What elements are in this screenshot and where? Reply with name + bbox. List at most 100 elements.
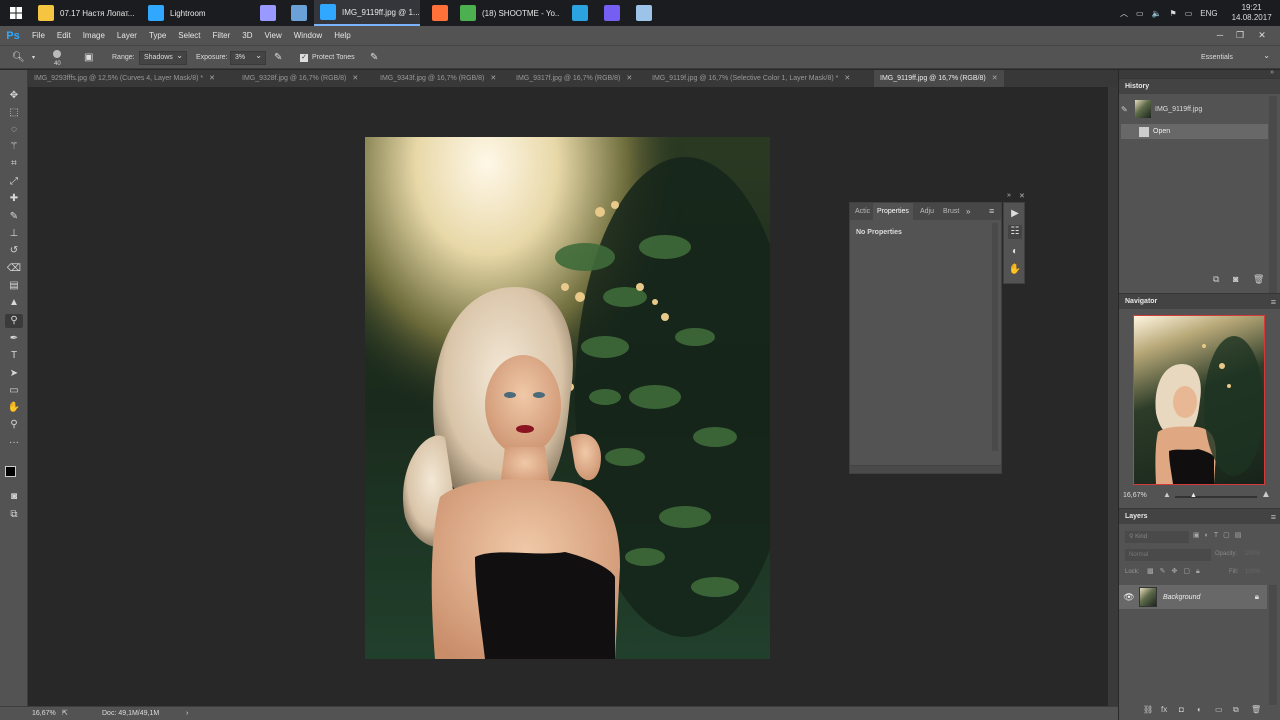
protect-tones-checkbox[interactable]: ✓ [300,54,308,62]
document-tab[interactable]: IMG_9119ff.jpg @ 16,7% (RGB/8) ✕ [874,70,1004,87]
history-panel-header[interactable]: History [1119,78,1280,94]
move-tool-icon[interactable]: ✥ [5,89,23,103]
keyboard-layout[interactable]: ENG [1200,9,1217,18]
close-tab-icon[interactable]: ✕ [992,75,998,82]
hand-tool-icon[interactable]: ✋ [5,401,23,415]
quick-mask-icon[interactable]: ◙ [5,490,23,504]
taskbar-item-firefox[interactable] [426,0,448,26]
panel-menu-icon[interactable]: ≡ [989,206,994,216]
close-panel-icon[interactable]: ✕ [1019,192,1025,200]
close-window-button[interactable]: ✕ [1252,26,1272,45]
eye-icon[interactable]: 👁︎ [1119,592,1139,603]
pen-tool-icon[interactable]: ✒ [5,332,23,346]
foreground-color-icon[interactable] [5,466,16,477]
speaker-icon[interactable]: 🔈 [1152,9,1162,18]
protect-tones-option[interactable]: ✓ Protect Tones [300,51,355,65]
close-tab-icon[interactable]: ✕ [844,75,850,82]
exposure-field[interactable]: 3% [230,50,266,65]
crop-tool-icon[interactable]: ⌗ [5,157,23,171]
gradient-tool-icon[interactable]: ▤ [5,279,23,293]
export-icon[interactable]: ⇱ [62,707,68,720]
layer-name[interactable]: Background [1163,594,1255,601]
brush-settings-icon[interactable]: ✋ [1008,263,1022,277]
menu-image[interactable]: Image [77,26,111,45]
close-tab-icon[interactable]: ✕ [490,75,496,82]
blend-mode-select[interactable]: Normal [1125,549,1211,561]
panel-menu-icon[interactable]: ≡ [1271,294,1276,310]
navigator-preview[interactable] [1133,315,1265,485]
adjustments-icon[interactable]: ◐ [1008,245,1022,259]
range-select[interactable]: Shadows [139,50,187,65]
lasso-tool-icon[interactable]: ◌ [5,123,23,137]
zoom-out-icon[interactable]: ▲ [1163,490,1171,499]
properties-tab-adju[interactable]: Adju [920,203,934,220]
history-brush-source-icon[interactable]: ✎ [1121,105,1131,114]
taskbar-item-notepad[interactable] [630,0,652,26]
play-action-icon[interactable]: ▶ [1008,207,1022,221]
properties-scrollbar[interactable] [992,223,998,451]
collapse-dock-icon[interactable]: » [1270,69,1274,76]
taskbar-item-photoshop[interactable]: IMG_9119ff.jpg @ 1... [314,0,420,26]
menu-select[interactable]: Select [172,26,206,45]
history-state-open[interactable]: Open [1121,124,1268,139]
status-menu-arrow[interactable]: › [186,707,188,720]
add-mask-icon[interactable]: ◘ [1179,705,1184,714]
navigator-zoom-value[interactable]: 16,67% [1123,492,1147,499]
properties-tab-properties[interactable]: Properties [873,203,913,220]
properties-tab-brust[interactable]: Brust [943,203,959,220]
menu-edit[interactable]: Edit [51,26,77,45]
zoom-tool-icon[interactable]: ⚲ [5,418,23,432]
layers-panel-header[interactable]: Layers ≡ [1119,508,1280,524]
delete-layer-icon[interactable]: 🗑︎ [1251,705,1261,714]
airbrush-icon[interactable]: ✎ [274,51,282,65]
minimize-button[interactable]: ─ [1210,26,1230,45]
taskbar-item-premiere[interactable] [254,0,276,26]
history-snapshot[interactable]: ✎ IMG_9119ff.jpg [1121,98,1271,120]
document-tab[interactable]: IMG_9119f.jpg @ 16,7% (Selective Color 1… [646,70,856,87]
menu-filter[interactable]: Filter [207,26,237,45]
close-tab-icon[interactable]: ✕ [209,75,215,82]
vertical-scrollbar[interactable] [1108,87,1118,706]
layer-row-background[interactable]: 👁︎ Background 🔒︎ [1119,585,1267,609]
menu-window[interactable]: Window [288,26,328,45]
sharpen-tool-icon[interactable]: ▲ [5,296,23,310]
collapse-icon[interactable]: » [1007,192,1011,199]
restore-button[interactable]: ❐ [1230,26,1250,45]
workspace-switcher[interactable]: Essentials [1196,50,1274,65]
navigator-panel-header[interactable]: Navigator ≡ [1119,293,1280,309]
document-canvas-photo[interactable] [365,137,770,659]
document-tab[interactable]: IMG_9293fffs.jpg @ 12,5% (Curves 4, Laye… [28,70,221,87]
network-icon[interactable]: ▭ [1136,9,1144,18]
more-tools-icon[interactable]: ··· [5,436,23,450]
start-button[interactable] [4,0,28,26]
layer-filter-kind[interactable]: ⚲ Kind [1125,531,1189,543]
brush-tool-icon[interactable]: ✎ [5,210,23,224]
eyedropper-icon[interactable]: ⤢ [5,175,23,189]
menu-view[interactable]: View [259,26,288,45]
new-group-icon[interactable]: ▭ [1215,705,1223,714]
type-tool-icon[interactable]: T [5,349,23,363]
marquee-tool-icon[interactable]: ⬚ [5,106,23,120]
close-tab-icon[interactable]: ✕ [626,75,632,82]
magic-wand-icon[interactable]: ⚚ [5,140,23,154]
fill-value[interactable]: 100% [1245,569,1260,575]
history-brush-icon[interactable]: ↺ [5,244,23,258]
taskbar-item-photos[interactable] [285,0,307,26]
zoom-slider-thumb[interactable]: ▲ [1190,492,1197,499]
document-tab[interactable]: IMG_9343f.jpg @ 16,7% (RGB/8) ✕ [374,70,502,87]
brush-preset-picker[interactable]: 40 [50,48,64,67]
chevron-up-icon[interactable]: ︿ [1120,8,1128,19]
properties-icon[interactable]: ☷ [1008,225,1022,239]
menu-type[interactable]: Type [143,26,172,45]
history-scrollbar[interactable] [1269,96,1277,296]
flag-icon[interactable]: ⚑ [1170,9,1177,18]
document-tab[interactable]: IMG_9328f.jpg @ 16,7% (RGB/8) ✕ [236,70,364,87]
path-selection-icon[interactable]: ➤ [5,367,23,381]
opacity-value[interactable]: 100% [1245,551,1260,557]
taskbar-item-lightroom[interactable]: Lightroom [142,0,242,26]
layers-scrollbar[interactable] [1269,585,1277,705]
zoom-in-icon[interactable]: ▲ [1261,489,1271,500]
taskbar-item-viber[interactable] [598,0,620,26]
new-layer-icon[interactable]: ⧉ [1233,705,1239,715]
menu-file[interactable]: File [26,26,51,45]
